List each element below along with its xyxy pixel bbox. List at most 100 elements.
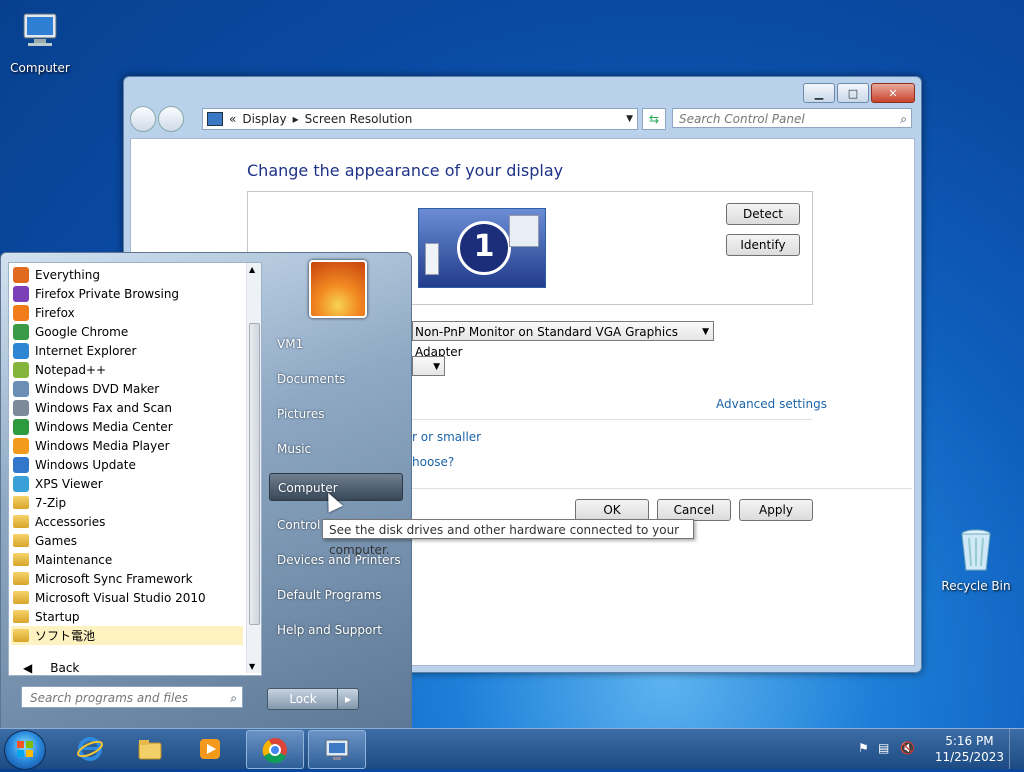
action-center-icon[interactable]: ⚑: [858, 741, 869, 755]
clock[interactable]: 5:16 PM 11/25/2023: [935, 733, 1004, 765]
back-label: Back: [50, 661, 80, 675]
forward-nav-button[interactable]: [158, 106, 184, 132]
divider: [412, 419, 812, 420]
taskbar-control-panel[interactable]: [308, 730, 366, 769]
taskbar-internet-explorer[interactable]: [62, 730, 118, 767]
breadcrumb-screen-resolution[interactable]: Screen Resolution: [305, 112, 413, 126]
back-arrow-icon: ◀: [23, 661, 33, 675]
search-placeholder: Search Control Panel: [679, 112, 805, 126]
network-icon[interactable]: ▤: [878, 741, 889, 755]
program-item[interactable]: ソフト電池: [11, 626, 243, 645]
detect-button[interactable]: Detect: [726, 203, 800, 225]
minimize-button[interactable]: ▁: [803, 83, 835, 103]
desktop-icon-computer[interactable]: Computer: [0, 8, 80, 75]
search-control-panel-input[interactable]: Search Control Panel ⌕: [672, 108, 912, 128]
maximize-button[interactable]: □: [837, 83, 869, 103]
program-label: Games: [35, 533, 77, 548]
start-right-item[interactable]: Default Programs: [269, 581, 403, 609]
program-label: Firefox Private Browsing: [35, 286, 180, 301]
firefox-private-icon: [13, 285, 29, 302]
volume-muted-icon[interactable]: 🔇: [900, 741, 915, 755]
clock-date: 11/25/2023: [934, 750, 1004, 764]
cancel-button[interactable]: Cancel: [657, 499, 731, 521]
program-item[interactable]: Firefox: [11, 303, 243, 322]
program-item[interactable]: Windows Update: [11, 455, 243, 474]
program-item[interactable]: Maintenance: [11, 550, 243, 569]
start-right-item[interactable]: VM1: [269, 330, 403, 358]
show-desktop-button[interactable]: [1009, 729, 1024, 769]
scroll-down-icon[interactable]: ▼: [249, 662, 255, 671]
program-item[interactable]: Windows DVD Maker: [11, 379, 243, 398]
close-button[interactable]: ✕: [871, 83, 915, 103]
program-item[interactable]: Microsoft Visual Studio 2010: [11, 588, 243, 607]
scrollbar-thumb[interactable]: [249, 323, 260, 625]
program-label: Internet Explorer: [35, 343, 137, 358]
desktop-icon-recycle-bin[interactable]: Recycle Bin: [936, 526, 1016, 593]
program-label: ソフト電池: [35, 629, 96, 643]
program-item[interactable]: Google Chrome: [11, 322, 243, 341]
taskbar-explorer[interactable]: [122, 730, 178, 767]
user-avatar[interactable]: [309, 260, 367, 318]
start-search-placeholder: Search programs and files: [30, 691, 188, 705]
chevron-down-icon: ▼: [702, 327, 709, 337]
media-player-icon: [13, 437, 29, 454]
advanced-settings-link[interactable]: Advanced settings: [716, 397, 827, 411]
breadcrumb-display[interactable]: Display: [242, 112, 286, 126]
ok-button[interactable]: OK: [575, 499, 649, 521]
program-label: Google Chrome: [35, 324, 129, 339]
program-label: Startup: [35, 609, 80, 624]
display-select[interactable]: Non-PnP Monitor on Standard VGA Graphics…: [412, 321, 714, 359]
lock-button[interactable]: Lock ▸: [267, 688, 359, 710]
desktop-icon-label: Computer: [10, 61, 70, 75]
chrome-icon: [13, 323, 29, 340]
start-right-item[interactable]: Help and Support: [269, 616, 403, 644]
program-item[interactable]: 7-Zip: [11, 493, 243, 512]
start-right-item[interactable]: Documents: [269, 365, 403, 393]
back-nav-button[interactable]: [130, 106, 156, 132]
address-bar[interactable]: « Display ▸ Screen Resolution ▼: [202, 108, 638, 130]
program-item[interactable]: Games: [11, 531, 243, 550]
start-search-input[interactable]: Search programs and files ⌕: [21, 686, 243, 708]
taskbar-chrome[interactable]: [246, 730, 304, 769]
refresh-button[interactable]: ⇆: [642, 108, 666, 130]
monitor-sidebar-icon: [425, 243, 439, 275]
ie-icon: [13, 342, 29, 359]
program-item[interactable]: Everything: [11, 265, 243, 284]
apply-button[interactable]: Apply: [739, 499, 813, 521]
program-label: Accessories: [35, 514, 106, 529]
program-item[interactable]: Windows Fax and Scan: [11, 398, 243, 417]
monitor-1-tile[interactable]: 1: [418, 208, 546, 288]
address-prefix: «: [229, 112, 237, 126]
update-icon: [13, 456, 29, 473]
program-item[interactable]: Startup: [11, 607, 243, 626]
start-button[interactable]: [4, 730, 46, 770]
program-item[interactable]: Windows Media Center: [11, 417, 243, 436]
program-item[interactable]: Notepad++: [11, 360, 243, 379]
monitor-windows-icon: [509, 215, 539, 247]
program-label: Firefox: [35, 305, 75, 320]
programs-scrollbar[interactable]: ▼ ▲: [246, 263, 261, 673]
program-item[interactable]: XPS Viewer: [11, 474, 243, 493]
program-item[interactable]: Firefox Private Browsing: [11, 284, 243, 303]
start-right-item[interactable]: Music: [269, 435, 403, 463]
display-settings-choose-link[interactable]: hoose?: [412, 455, 454, 469]
back-button[interactable]: ◀ Back: [23, 661, 79, 675]
program-item[interactable]: Internet Explorer: [11, 341, 243, 360]
identify-button[interactable]: Identify: [726, 234, 800, 256]
taskbar-media-player[interactable]: [182, 730, 238, 767]
desktop-icon-label: Recycle Bin: [941, 579, 1011, 593]
start-right-item[interactable]: Pictures: [269, 400, 403, 428]
program-item[interactable]: Windows Media Player: [11, 436, 243, 455]
program-item[interactable]: Microsoft Sync Framework: [11, 569, 243, 588]
program-label: Microsoft Sync Framework: [35, 571, 193, 586]
search-icon: ⌕: [230, 691, 237, 705]
address-dropdown-icon[interactable]: ▼: [626, 114, 633, 124]
folder-icon: [13, 629, 29, 642]
make-text-larger-link[interactable]: r or smaller: [412, 430, 481, 444]
scroll-up-icon[interactable]: ▲: [249, 265, 255, 274]
resolution-select[interactable]: ▼: [412, 356, 445, 376]
program-item[interactable]: Accessories: [11, 512, 243, 531]
notepad-icon: [13, 361, 29, 378]
everything-icon: [13, 266, 29, 283]
power-options-arrow-icon[interactable]: ▸: [337, 689, 358, 709]
